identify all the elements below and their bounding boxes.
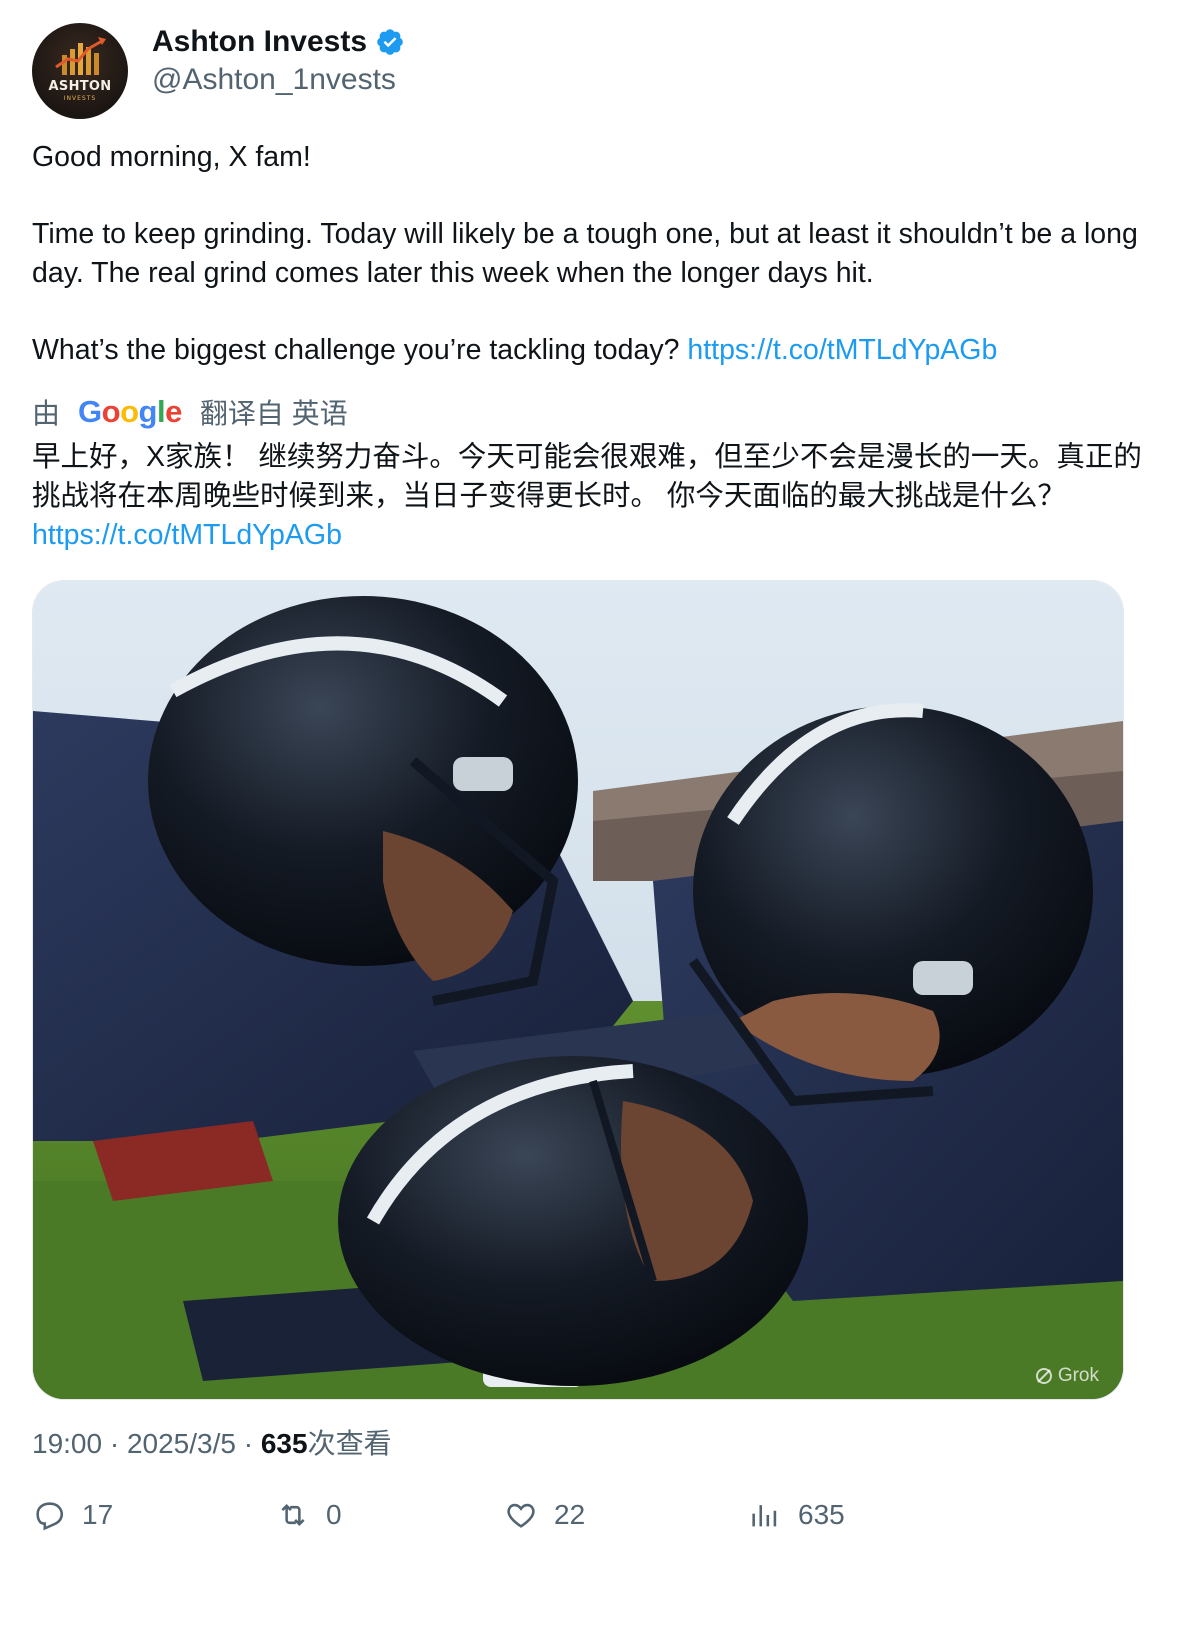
avatar[interactable]: ASHTON INVESTS: [32, 23, 128, 119]
meta-separator: ·: [243, 1428, 254, 1459]
action-bar: 17 0 22 635: [32, 1498, 1162, 1548]
translation-attribution: 由 Google 翻译自 英语: [32, 394, 348, 430]
reply-button[interactable]: 17: [32, 1498, 113, 1532]
grok-logo-icon: [1035, 1368, 1052, 1384]
views-button[interactable]: 635: [748, 1498, 845, 1532]
tweet-line-question: What’s the biggest challenge you’re tack…: [32, 331, 1152, 370]
meta-separator: ·: [109, 1428, 120, 1459]
translation-suffix: 翻译自 英语: [199, 398, 348, 429]
name-row: Ashton Invests: [152, 25, 405, 59]
grok-watermark: Grok: [1034, 1365, 1099, 1387]
translated-link[interactable]: https://t.co/tMTLdYpAGb: [32, 519, 342, 551]
reply-icon: [36, 1502, 64, 1531]
repost-count: 0: [326, 1499, 342, 1530]
user-handle[interactable]: @Ashton_1nvests: [152, 63, 396, 97]
views-count: 635: [260, 1428, 308, 1459]
tweet-date[interactable]: 2025/3/5: [127, 1428, 236, 1459]
analytics-icon: [752, 1505, 777, 1527]
heart-icon: [507, 1503, 535, 1528]
like-count: 22: [554, 1499, 586, 1530]
chart-logo-icon: [55, 37, 106, 75]
translation-prefix: 由: [32, 398, 61, 429]
tweet-link[interactable]: https://t.co/tMTLdYpAGb: [687, 334, 997, 366]
tweet-time[interactable]: 19:00: [32, 1428, 102, 1459]
tweet-text: Good morning, X fam! Time to keep grindi…: [32, 138, 1152, 370]
tweet-header: ASHTON INVESTS Ashton Invests @Ashton_1n…: [32, 23, 1162, 119]
avatar-logo-text: ASHTON: [48, 79, 112, 94]
reply-count: 17: [82, 1499, 114, 1530]
tweet-line-greeting: Good morning, X fam!: [32, 141, 311, 173]
translated-text: 早上好，X家族！ 继续努力奋斗。今天可能会很艰难，但至少不会是漫长的一天。真正的…: [32, 438, 1162, 555]
google-logo-icon: Google: [78, 394, 182, 429]
like-button[interactable]: 22: [504, 1498, 585, 1532]
tweet-image[interactable]: Grok: [32, 580, 1124, 1400]
display-name[interactable]: Ashton Invests: [152, 25, 367, 59]
tweet-line-body: Time to keep grinding. Today will likely…: [32, 218, 1138, 289]
tweet-question-text: What’s the biggest challenge you’re tack…: [32, 334, 680, 366]
avatar-logo-subtext: INVESTS: [63, 95, 97, 102]
views-label: 次查看: [307, 1428, 392, 1459]
grok-watermark-text: Grok: [1057, 1365, 1099, 1386]
tweet-meta: 19:00 · 2025/3/5 · 635次查看: [32, 1422, 392, 1462]
repost-icon: [281, 1503, 305, 1527]
verified-badge-icon[interactable]: [375, 27, 405, 57]
translated-body: 早上好，X家族！ 继续努力奋斗。今天可能会很艰难，但至少不会是漫长的一天。真正的…: [32, 441, 1142, 512]
repost-button[interactable]: 0: [276, 1498, 342, 1532]
football-players-illustration: [33, 581, 1123, 1399]
views-action-count: 635: [798, 1499, 845, 1530]
